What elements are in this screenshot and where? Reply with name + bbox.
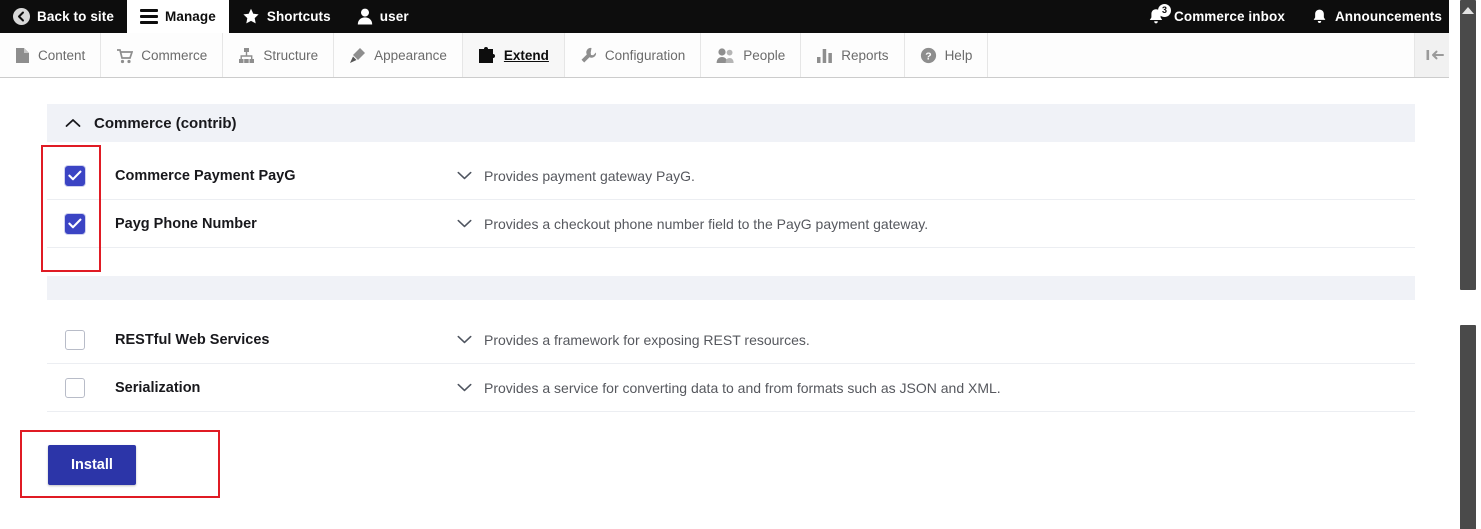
toolbar-item-back-to-site[interactable]: Back to site (0, 0, 127, 33)
tray-item-label: Help (944, 47, 973, 63)
back-arrow-icon (13, 8, 30, 25)
admin-toolbar-tray: Content Commerce Structure Appearance Ex… (0, 33, 1455, 78)
toolbar-item-label: user (379, 9, 409, 24)
module-group-title: Commerce (contrib) (94, 114, 237, 132)
chevron-down-icon[interactable] (457, 335, 472, 344)
install-button[interactable]: Install (48, 445, 136, 485)
toolbar-item-commerce-inbox[interactable]: 3 Commerce inbox (1134, 0, 1298, 33)
tray-item-reports[interactable]: Reports (801, 33, 905, 77)
module-group-header-empty[interactable] (47, 276, 1415, 300)
chevron-down-icon[interactable] (457, 219, 472, 228)
tray-item-label: Structure (263, 47, 319, 63)
tray-item-structure[interactable]: Structure (223, 33, 335, 77)
tray-item-label: Content (38, 47, 86, 63)
tray-item-label: Commerce (141, 47, 208, 63)
toolbar-item-shortcuts[interactable]: Shortcuts (229, 0, 344, 33)
inbox-badge-count: 3 (1158, 3, 1171, 17)
document-icon (15, 47, 30, 64)
tray-item-configuration[interactable]: Configuration (565, 33, 702, 77)
paintbrush-icon (349, 47, 366, 64)
toolbar-item-user[interactable]: user (344, 0, 422, 33)
toolbar-item-label: Commerce inbox (1174, 9, 1285, 24)
tray-item-appearance[interactable]: Appearance (334, 33, 463, 77)
hamburger-icon (139, 9, 158, 24)
tray-item-help[interactable]: ? Help (905, 33, 989, 77)
toolbar-item-label: Announcements (1334, 9, 1442, 24)
bell-icon: 3 (1147, 3, 1171, 26)
bar-chart-icon (816, 47, 833, 64)
sitemap-icon (238, 47, 255, 64)
admin-toolbar-bar: Back to site Manage Shortcuts user 3 Com… (0, 0, 1455, 33)
module-name: RESTful Web Services (115, 331, 270, 348)
user-icon (357, 8, 373, 25)
chevron-down-icon[interactable] (457, 383, 472, 392)
toolbar-item-label: Shortcuts (266, 9, 331, 24)
module-description: Provides a service for converting data t… (484, 379, 1001, 396)
module-enable-checkbox[interactable] (64, 377, 85, 398)
tray-item-label: Extend (503, 47, 549, 63)
module-name: Commerce Payment PayG (115, 167, 296, 184)
people-icon (716, 47, 735, 64)
inner-scrollbar-thumb[interactable] (1460, 325, 1476, 529)
module-description-cell: Provides payment gateway PayG. (457, 168, 695, 184)
tray-item-label: Configuration (604, 47, 686, 63)
module-name: Payg Phone Number (115, 215, 257, 232)
module-enable-checkbox[interactable] (64, 213, 85, 234)
outer-scrollbar-track[interactable] (1460, 0, 1476, 290)
module-checkbox-cell (47, 213, 102, 234)
toolbar-item-manage[interactable]: Manage (126, 0, 229, 33)
puzzle-piece-icon (478, 46, 496, 64)
tray-item-label: Appearance (374, 47, 447, 63)
svg-text:?: ? (925, 50, 931, 62)
module-checkbox-cell (47, 377, 102, 398)
toolbar-item-label: Back to site (37, 9, 114, 24)
module-description: Provides a framework for exposing REST r… (484, 331, 810, 348)
module-row: RESTful Web Services Provides a framewor… (47, 316, 1415, 364)
module-description-cell: Provides a service for converting data t… (457, 380, 1001, 396)
module-description-cell: Provides a checkout phone number field t… (457, 216, 928, 232)
module-enable-checkbox[interactable] (64, 165, 85, 186)
module-description: Provides payment gateway PayG. (484, 167, 695, 184)
shopping-cart-icon (116, 47, 134, 64)
wrench-icon (580, 47, 597, 64)
extend-module-list: Commerce (contrib) Commerce Payment PayG… (0, 78, 1455, 529)
module-row: Commerce Payment PayG Provides payment g… (47, 152, 1415, 200)
star-icon (242, 8, 260, 25)
scrollbar-region (1449, 0, 1481, 529)
toolbar-item-announcements[interactable]: Announcements (1298, 0, 1455, 33)
chevron-up-icon[interactable] (65, 118, 81, 128)
tray-filler (988, 33, 1415, 77)
scroll-up-arrow-icon[interactable] (1462, 7, 1474, 14)
module-description-cell: Provides a framework for exposing REST r… (457, 332, 810, 348)
tray-item-label: People (743, 47, 786, 63)
toolbar-right-group: 3 Commerce inbox Announcements (1134, 0, 1455, 33)
tray-item-extend[interactable]: Extend (462, 33, 565, 77)
tray-item-content[interactable]: Content (0, 33, 102, 77)
module-checkbox-cell (47, 329, 102, 350)
module-group-header-commerce-contrib[interactable]: Commerce (contrib) (47, 104, 1415, 142)
module-enable-checkbox[interactable] (64, 329, 85, 350)
tray-item-commerce[interactable]: Commerce (101, 33, 224, 77)
module-name: Serialization (115, 379, 201, 396)
module-checkbox-cell (47, 165, 102, 186)
tray-item-people[interactable]: People (701, 33, 802, 77)
bell-icon (1311, 8, 1328, 26)
module-description: Provides a checkout phone number field t… (484, 215, 929, 232)
module-row: Serialization Provides a service for con… (47, 364, 1415, 412)
module-row: Payg Phone Number Provides a checkout ph… (47, 200, 1415, 248)
toolbar-item-label: Manage (164, 9, 216, 24)
question-circle-icon: ? (920, 47, 937, 64)
chevron-down-icon[interactable] (457, 171, 472, 180)
tray-item-label: Reports (841, 47, 889, 63)
